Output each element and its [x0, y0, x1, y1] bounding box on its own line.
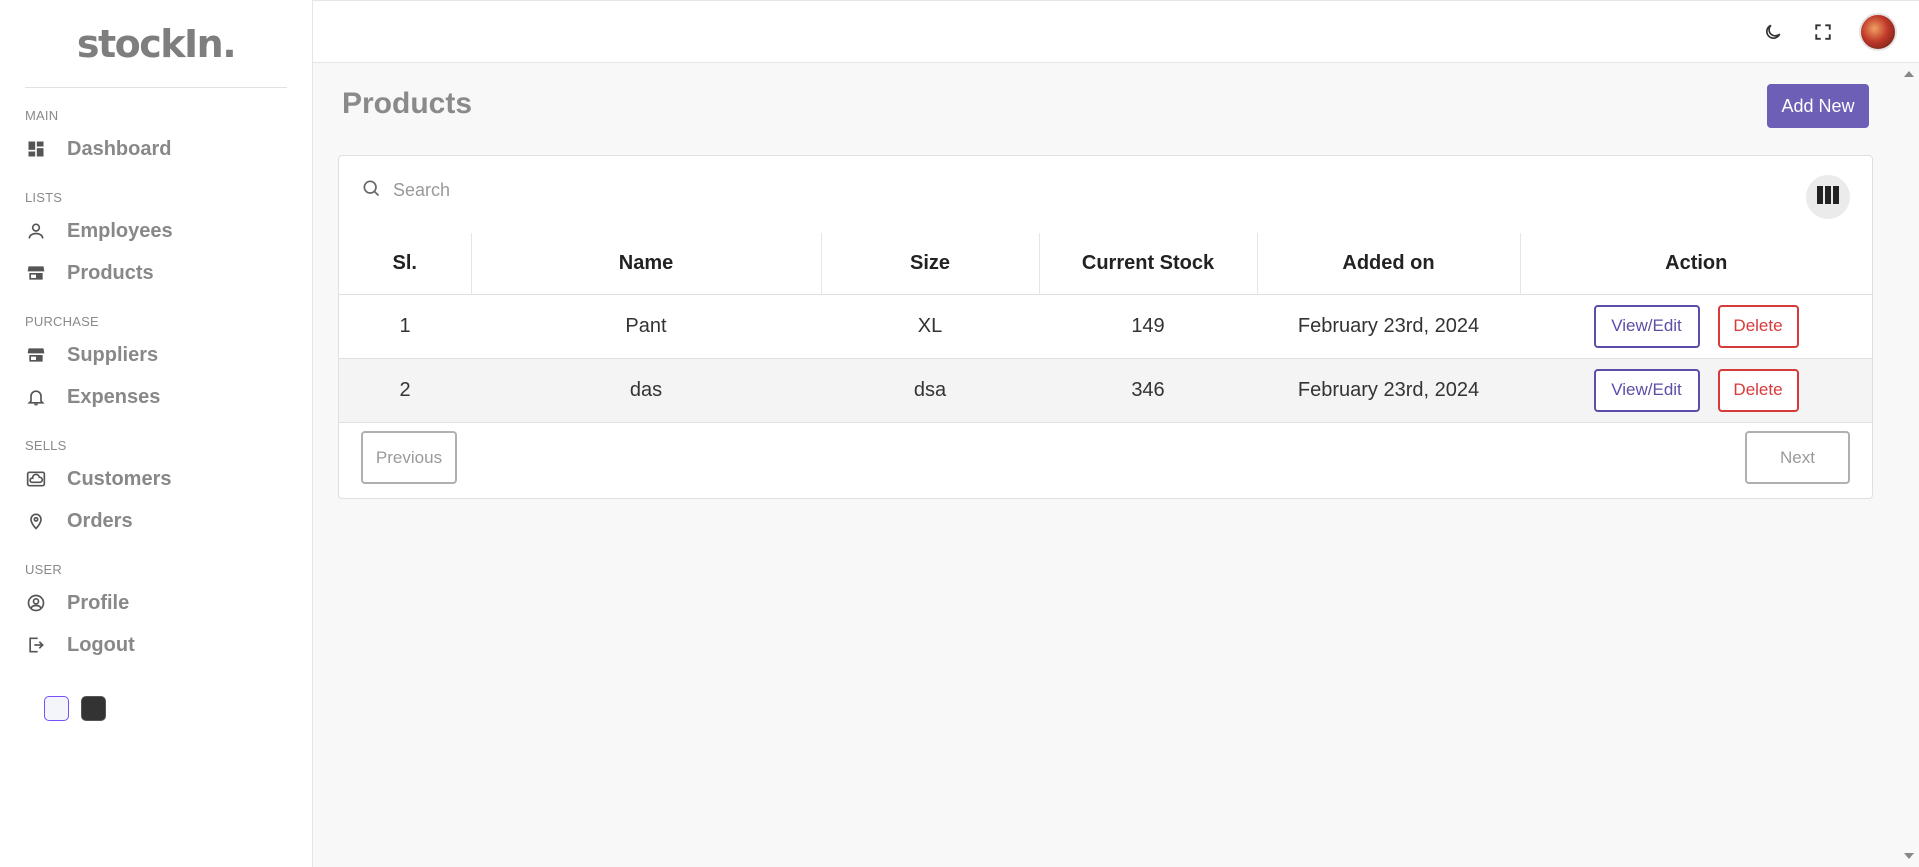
search-bar — [361, 178, 793, 203]
person-icon — [25, 220, 47, 242]
scroll-down-arrow-icon[interactable] — [1904, 853, 1914, 859]
sidebar-item-label: Logout — [67, 633, 135, 656]
products-table: Sl. Name Size Current Stock Added on Act… — [339, 233, 1872, 423]
sidebar-item-products[interactable]: Products — [25, 252, 312, 294]
column-header-sl[interactable]: Sl. — [339, 233, 472, 295]
sidebar-item-dashboard[interactable]: Dashboard — [25, 128, 312, 170]
next-page-button[interactable]: Next — [1745, 431, 1850, 484]
cloud-box-icon — [25, 468, 47, 490]
sidebar-item-employees[interactable]: Employees — [25, 210, 312, 252]
columns-button[interactable] — [1806, 175, 1850, 219]
cell-stock: 346 — [1039, 358, 1257, 423]
sidebar-item-label: Suppliers — [67, 343, 159, 366]
view-edit-button[interactable]: View/Edit — [1593, 304, 1700, 348]
user-circle-icon — [25, 592, 47, 614]
search-input[interactable] — [393, 180, 793, 201]
scroll-up-arrow-icon[interactable] — [1904, 71, 1914, 77]
store-icon — [25, 262, 47, 284]
cell-size: XL — [821, 294, 1039, 359]
section-title-lists: LISTS — [25, 190, 63, 205]
add-new-button[interactable]: Add New — [1767, 84, 1869, 128]
sidebar-item-profile[interactable]: Profile — [25, 582, 312, 624]
vertical-scrollbar[interactable] — [1899, 63, 1919, 867]
column-header-name[interactable]: Name — [471, 233, 822, 295]
nav-section-lists: LISTS Employees Products — [0, 190, 312, 294]
sidebar-item-label: Dashboard — [67, 137, 172, 160]
dashboard-icon — [25, 138, 47, 160]
table-row: 1 Pant XL 149 February 23rd, 2024 View/E… — [339, 294, 1872, 359]
sidebar: stockIn. MAIN Dashboard LISTS Employees … — [0, 0, 313, 867]
sidebar-item-label: Profile — [67, 591, 130, 614]
moon-icon[interactable] — [1759, 18, 1787, 46]
cell-added-on: February 23rd, 2024 — [1257, 358, 1520, 423]
nav-section-main: MAIN Dashboard — [0, 108, 312, 170]
search-icon — [361, 178, 381, 203]
bell-icon — [25, 386, 47, 408]
cell-name: Pant — [471, 294, 821, 359]
cell-sl: 1 — [339, 294, 471, 359]
delete-button[interactable]: Delete — [1717, 304, 1799, 348]
cell-added-on: February 23rd, 2024 — [1257, 294, 1520, 359]
sidebar-item-label: Orders — [67, 509, 133, 532]
products-card: Sl. Name Size Current Stock Added on Act… — [338, 155, 1873, 499]
light-theme-swatch[interactable] — [44, 696, 69, 721]
cell-action: View/Edit Delete — [1520, 358, 1872, 423]
store-icon — [25, 344, 47, 366]
sidebar-item-customers[interactable]: Customers — [25, 458, 312, 500]
cell-stock: 149 — [1039, 294, 1257, 359]
theme-swatches — [0, 696, 312, 721]
columns-icon — [1817, 185, 1839, 209]
sidebar-item-suppliers[interactable]: Suppliers — [25, 334, 312, 376]
view-edit-button[interactable]: View/Edit — [1593, 368, 1700, 412]
sidebar-item-label: Expenses — [67, 385, 161, 408]
previous-page-button[interactable]: Previous — [361, 431, 457, 484]
topbar-icons — [1759, 13, 1897, 51]
topbar — [313, 0, 1919, 63]
section-title-purchase: PURCHASE — [25, 314, 99, 329]
section-title-sells: SELLS — [25, 438, 67, 453]
section-title-user: USER — [25, 562, 62, 577]
avatar[interactable] — [1859, 13, 1897, 51]
location-icon — [25, 510, 47, 532]
sidebar-item-logout[interactable]: Logout — [25, 624, 312, 666]
logo-text: stockIn. — [76, 21, 237, 66]
table-header-row: Sl. Name Size Current Stock Added on Act… — [339, 233, 1872, 295]
sidebar-item-orders[interactable]: Orders — [25, 500, 312, 542]
cell-sl: 2 — [339, 358, 471, 423]
sidebar-item-expenses[interactable]: Expenses — [25, 376, 312, 418]
page-title: Products — [342, 87, 473, 120]
column-header-size[interactable]: Size — [821, 233, 1040, 295]
logo[interactable]: stockIn. — [25, 0, 287, 88]
cell-name: das — [471, 358, 821, 423]
nav-section-sells: SELLS Customers Orders — [0, 438, 312, 542]
section-title-main: MAIN — [25, 108, 59, 123]
nav-section-user: USER Profile Logout — [0, 562, 312, 666]
fullscreen-icon[interactable] — [1809, 18, 1837, 46]
sidebar-item-label: Customers — [67, 467, 172, 490]
sidebar-item-label: Employees — [67, 219, 173, 242]
table-row: 2 das dsa 346 February 23rd, 2024 View/E… — [339, 358, 1872, 423]
cell-size: dsa — [821, 358, 1039, 423]
dark-theme-swatch[interactable] — [81, 696, 106, 721]
nav-section-purchase: PURCHASE Suppliers Expenses — [0, 314, 312, 418]
logout-icon — [25, 634, 47, 656]
column-header-action: Action — [1520, 233, 1872, 295]
column-header-added-on[interactable]: Added on — [1257, 233, 1521, 295]
main-content: Products Add New Sl. Name Size Current S… — [313, 63, 1899, 867]
delete-button[interactable]: Delete — [1717, 368, 1799, 412]
sidebar-item-label: Products — [67, 261, 154, 284]
column-header-current-stock[interactable]: Current Stock — [1039, 233, 1258, 295]
cell-action: View/Edit Delete — [1520, 294, 1872, 359]
